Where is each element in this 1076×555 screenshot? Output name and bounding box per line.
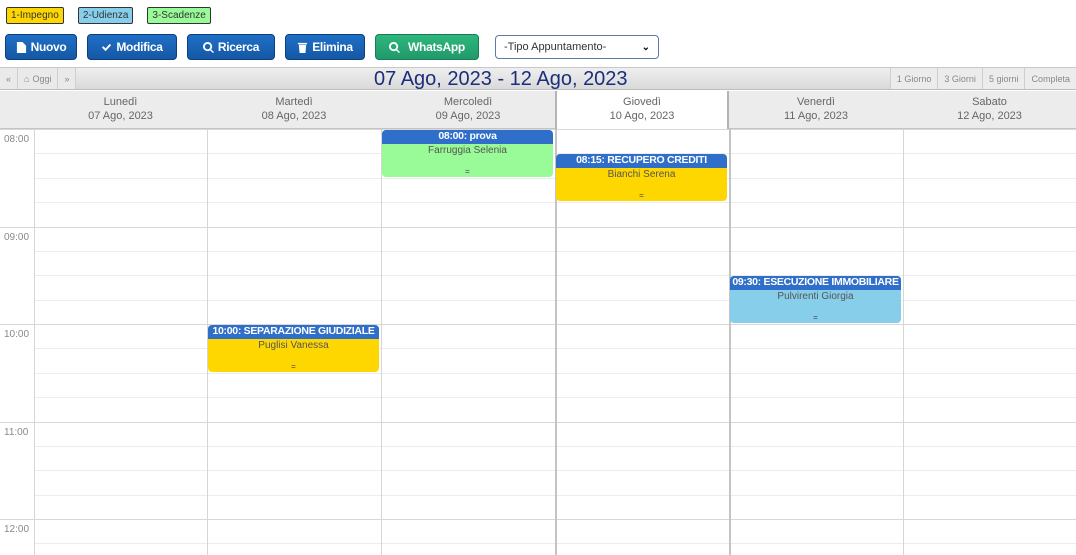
day-date: 07 Ago, 2023 xyxy=(88,110,153,122)
event-client: Bianchi Serena xyxy=(607,169,676,181)
event-client: Puglisi Vanessa xyxy=(258,340,329,351)
date-range-title: 07 Ago, 2023 - 12 Ago, 2023 xyxy=(374,68,628,90)
legend: 1-Impegno 2-Udienza 3-Scadenze xyxy=(6,7,211,24)
time-label: 12:00 xyxy=(4,524,30,535)
column-divider xyxy=(381,129,382,555)
appointment-event[interactable]: 08:15: RECUPERO CREDITI Bianchi Serena = xyxy=(556,154,727,202)
trash-icon xyxy=(298,42,308,53)
elimina-label: Elimina xyxy=(312,40,353,54)
hour-line xyxy=(0,226,1076,228)
search-icon xyxy=(389,41,400,53)
ricerca-button[interactable]: Ricerca xyxy=(187,34,275,60)
chevron-down-icon: ⌄ xyxy=(641,41,650,53)
hour-line xyxy=(0,519,1076,520)
nuovo-label: Nuovo xyxy=(30,40,67,54)
day-name: Venerdì xyxy=(797,96,835,108)
next-button[interactable]: » xyxy=(58,68,77,89)
event-title: 10:00: SEPARAZIONE GIUDIZIALE xyxy=(208,325,379,339)
event-title: 08:00: prova xyxy=(382,130,553,144)
event-client: Farruggia Selenia xyxy=(428,145,507,156)
calendar-grid[interactable]: 08:00 09:00 10:00 11:00 12:00 08:00: prova Fa… xyxy=(0,129,1076,555)
day-name: Giovedì xyxy=(623,96,661,108)
column-divider xyxy=(729,129,731,555)
event-title: 08:15: RECUPERO CREDITI xyxy=(556,154,727,169)
home-icon: ⌂ xyxy=(24,73,30,84)
day-header: Sabato 12 Ago, 2023 xyxy=(903,91,1076,129)
day-header: Lunedì 07 Ago, 2023 xyxy=(34,91,207,129)
time-label: 09:00 xyxy=(4,231,30,243)
day-name: Sabato xyxy=(972,96,1007,108)
column-divider xyxy=(903,129,904,555)
event-resize-handle[interactable]: = xyxy=(382,167,553,176)
file-icon xyxy=(16,41,26,53)
day-date: 10 Ago, 2023 xyxy=(609,110,675,122)
legend-udienza: 2-Udienza xyxy=(77,7,134,24)
whatsapp-label: WhatsApp xyxy=(408,40,465,54)
whatsapp-button[interactable]: WhatsApp xyxy=(375,34,479,60)
time-column: 08:00 09:00 10:00 11:00 12:00 xyxy=(0,129,34,555)
event-resize-handle[interactable]: = xyxy=(208,362,379,371)
today-label: Oggi xyxy=(32,73,52,84)
check-icon xyxy=(102,43,112,51)
appointment-event[interactable]: 08:00: prova Farruggia Selenia = xyxy=(382,130,553,177)
event-title: 09:30: ESECUZIONE IMMOBILIARE xyxy=(730,276,901,291)
day-name: Lunedì xyxy=(103,96,138,108)
prev-button[interactable]: « xyxy=(0,68,19,89)
time-label: 10:00 xyxy=(4,329,30,340)
day-header: Martedì 08 Ago, 2023 xyxy=(207,91,381,129)
view-completa[interactable]: Completa xyxy=(1024,68,1076,89)
legend-impegno: 1-Impegno xyxy=(6,7,64,24)
view-5-giorni[interactable]: 5 giorni xyxy=(981,68,1025,89)
search-icon xyxy=(202,41,214,53)
time-label: 08:00 xyxy=(4,134,30,145)
modifica-button[interactable]: Modifica xyxy=(87,34,177,60)
calendar-navbar: « ⌂ Oggi » 07 Ago, 2023 - 12 Ago, 2023 1… xyxy=(0,67,1076,90)
day-date: 11 Ago, 2023 xyxy=(783,110,849,122)
view-3-giorni[interactable]: 3 Giorni xyxy=(937,68,982,89)
day-header: Venerdì 11 Ago, 2023 xyxy=(729,91,903,129)
day-date: 08 Ago, 2023 xyxy=(261,110,327,122)
column-divider xyxy=(34,129,35,555)
day-date: 12 Ago, 2023 xyxy=(957,110,1022,122)
ricerca-label: Ricerca xyxy=(217,40,260,54)
event-resize-handle[interactable]: = xyxy=(730,313,901,322)
elimina-button[interactable]: Elimina xyxy=(285,34,365,60)
appointment-event[interactable]: 10:00: SEPARAZIONE GIUDIZIALE Puglisi Van… xyxy=(208,325,379,372)
toolbar: Nuovo Modifica Ricerca Elimina WhatsApp … xyxy=(5,34,659,60)
day-header-row: Lunedì 07 Ago, 2023 Martedì 08 Ago, 2023 M… xyxy=(0,91,1076,129)
tipo-appuntamento-value: -Tipo Appuntamento- xyxy=(504,41,607,53)
nuovo-button[interactable]: Nuovo xyxy=(5,34,77,60)
appointment-event[interactable]: 09:30: ESECUZIONE IMMOBILIARE Pulvirenti … xyxy=(730,276,901,323)
view-1-giorno[interactable]: 1 Giorno xyxy=(889,68,938,89)
day-name: Martedì xyxy=(275,96,313,108)
tipo-appuntamento-select[interactable]: -Tipo Appuntamento- ⌄ xyxy=(495,35,659,59)
modifica-label: Modifica xyxy=(116,40,163,54)
next-icon: » xyxy=(64,73,70,84)
time-label: 11:00 xyxy=(4,426,29,438)
today-button[interactable]: ⌂ Oggi xyxy=(18,68,59,89)
hour-line xyxy=(0,324,1076,325)
event-client: Pulvirenti Giorgia xyxy=(777,291,854,303)
day-header: Mercoledì 09 Ago, 2023 xyxy=(381,91,555,129)
prev-icon: « xyxy=(6,73,12,84)
day-header-today: Giovedì 10 Ago, 2023 xyxy=(555,91,729,129)
event-resize-handle[interactable]: = xyxy=(556,191,727,200)
legend-scadenze: 3-Scadenze xyxy=(147,7,211,24)
day-date: 09 Ago, 2023 xyxy=(435,110,501,122)
day-name: Mercoledì xyxy=(443,96,493,108)
hour-line xyxy=(0,421,1076,423)
